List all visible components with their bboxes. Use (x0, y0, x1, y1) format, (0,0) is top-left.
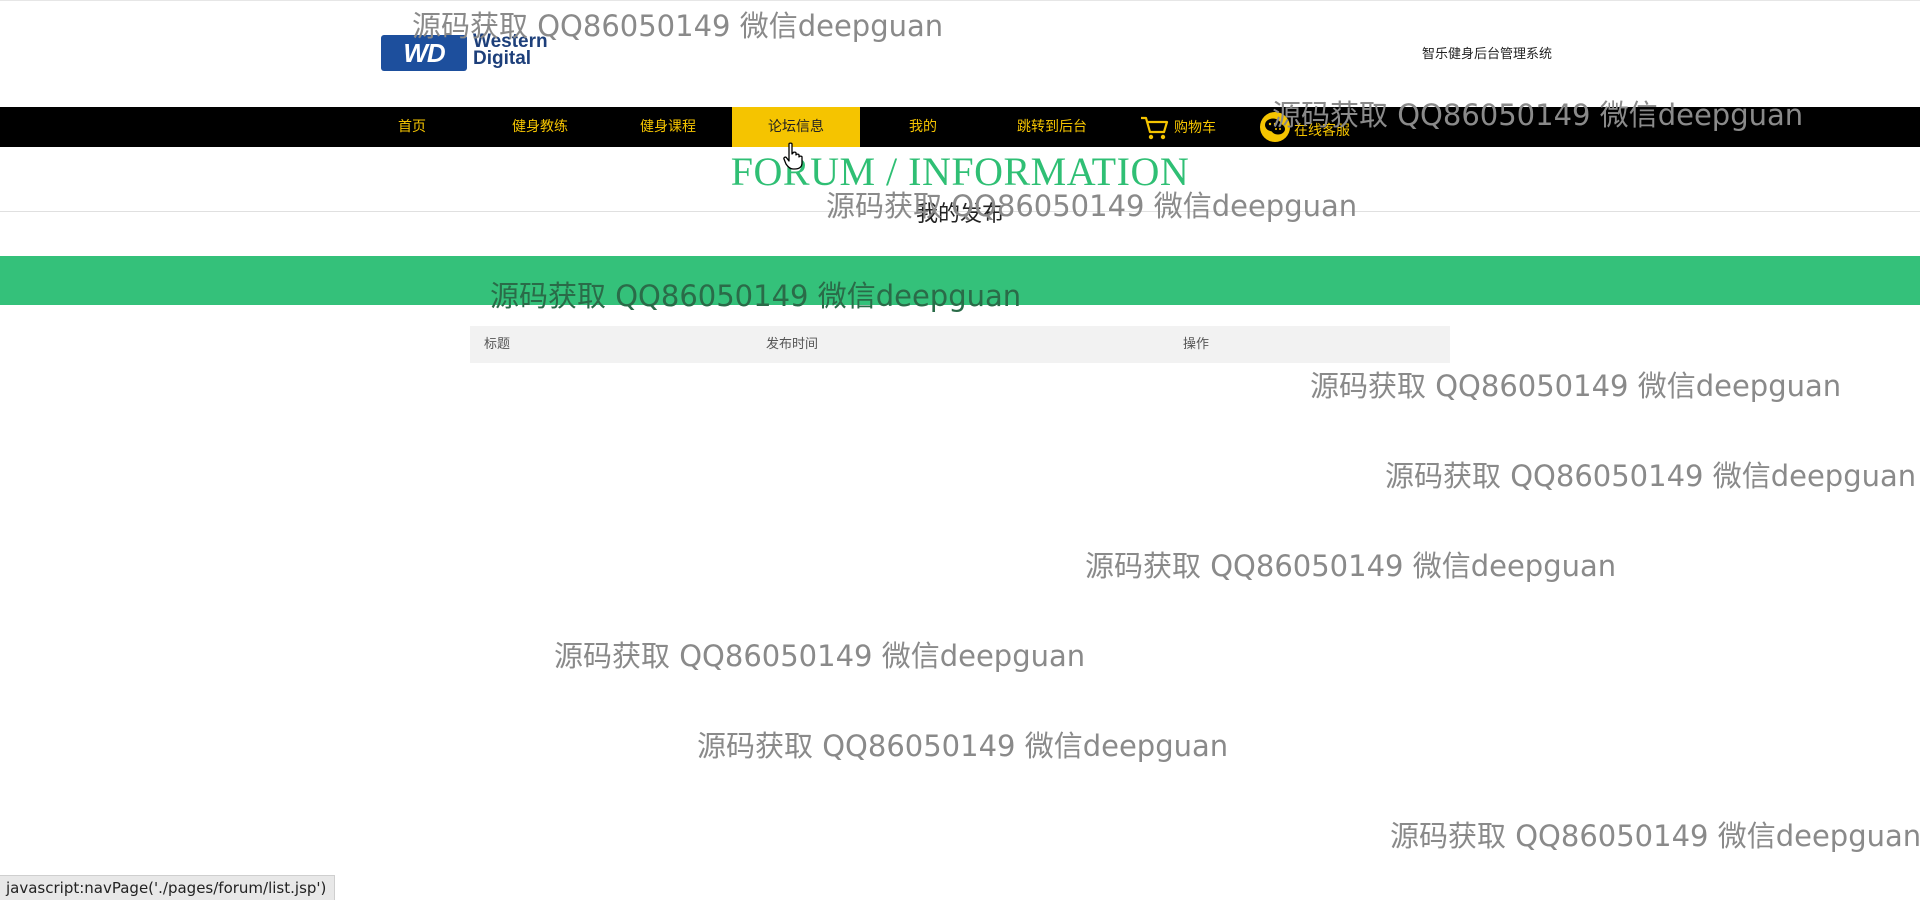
page-title-en: FORUM / INFORMATION (730, 149, 1190, 194)
cart-icon (1141, 116, 1169, 140)
nav-item-coaches[interactable]: 健身教练 (500, 107, 580, 147)
logo-line-2: Digital (473, 48, 532, 69)
system-title-link[interactable]: 智乐健身后台管理系统 (1422, 43, 1552, 62)
nav-item-mine[interactable]: 我的 (893, 107, 953, 147)
western-digital-logo[interactable]: WD Western Digital (381, 32, 573, 72)
logo-wordmark: Western Digital (473, 32, 573, 69)
nav-item-cart[interactable]: 购物车 (1138, 107, 1234, 147)
support-label: 在线客服 (1294, 123, 1350, 139)
page-subtitle: 我的发布 (915, 202, 1004, 227)
nav-item-forum[interactable]: 论坛信息 (732, 107, 860, 147)
nav-item-courses[interactable]: 健身课程 (628, 107, 708, 147)
nav-item-home[interactable]: 首页 (382, 107, 442, 147)
watermark: 源码获取 QQ86050149 微信deepguan (1310, 369, 1842, 403)
watermark: 源码获取 QQ86050149 微信deepguan (554, 639, 1086, 673)
column-actions: 操作 (1183, 337, 1210, 352)
column-title: 标题 (484, 337, 511, 352)
cart-label: 购物车 (1174, 120, 1216, 136)
watermark: 源码获取 QQ86050149 微信deepguan (697, 729, 1229, 763)
main-nav: 首页 健身教练 健身课程 论坛信息 我的 跳转到后台 购物车 在线客服 (0, 107, 1920, 147)
hand-cursor-icon (783, 142, 803, 170)
watermark: 源码获取 QQ86050149 微信deepguan (1385, 459, 1917, 493)
watermark: 源码获取 QQ86050149 微信deepguan (1085, 549, 1617, 583)
watermark: 源码获取 QQ86050149 微信deepguan (1390, 819, 1920, 853)
wechat-icon (1260, 112, 1290, 142)
browser-status-bar: javascript:navPage('./pages/forum/list.j… (0, 875, 336, 900)
green-banner (0, 256, 1920, 305)
nav-item-support[interactable]: 在线客服 (1258, 107, 1364, 147)
column-publish-time: 发布时间 (766, 337, 819, 352)
forum-table-header: 标题 发布时间 操作 (470, 326, 1450, 363)
logo-badge: WD (381, 35, 467, 71)
site-header: WD Western Digital 智乐健身后台管理系统 (0, 0, 1920, 107)
nav-item-admin[interactable]: 跳转到后台 (1004, 107, 1100, 147)
